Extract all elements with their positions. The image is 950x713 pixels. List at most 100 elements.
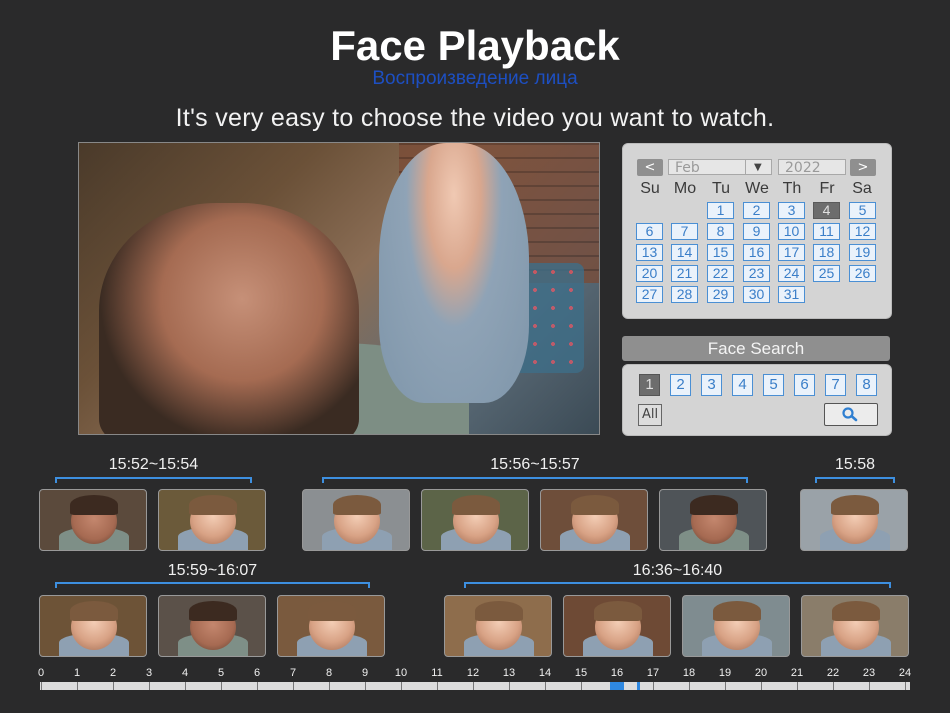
calendar-day-12[interactable]: 12 bbox=[849, 223, 876, 240]
calendar-day-16[interactable]: 16 bbox=[743, 244, 770, 261]
thumbnail[interactable] bbox=[158, 595, 266, 657]
group-label: 15:59~16:07 bbox=[167, 562, 258, 579]
timeline-bar[interactable] bbox=[40, 682, 910, 690]
channel-button-1[interactable]: 1 bbox=[639, 374, 660, 396]
weekday-label: Sa bbox=[852, 180, 872, 197]
timeline-tick bbox=[761, 682, 762, 690]
timeline-hour-label: 22 bbox=[826, 667, 840, 679]
timeline-hour-label: 9 bbox=[361, 667, 369, 679]
thumbnail[interactable] bbox=[563, 595, 671, 657]
timeline-tick bbox=[725, 682, 726, 690]
calendar-day-22[interactable]: 22 bbox=[707, 265, 734, 282]
timeline-tick bbox=[329, 682, 330, 690]
calendar-day-3[interactable]: 3 bbox=[778, 202, 805, 219]
prev-month-button[interactable]: < bbox=[637, 159, 663, 176]
calendar-day-9[interactable]: 9 bbox=[743, 223, 770, 240]
timeline-tick bbox=[905, 682, 906, 690]
timeline-hour-label: 3 bbox=[145, 667, 153, 679]
channel-button-8[interactable]: 8 bbox=[856, 374, 877, 396]
calendar-day-21[interactable]: 21 bbox=[671, 265, 698, 282]
timeline-hour-label: 11 bbox=[431, 667, 443, 679]
thumbnail[interactable] bbox=[540, 489, 648, 551]
timeline-tick bbox=[41, 682, 42, 690]
timeline-tick bbox=[581, 682, 582, 690]
timeline-tick bbox=[797, 682, 798, 690]
group-label: 15:52~15:54 bbox=[108, 456, 199, 473]
calendar-day-2[interactable]: 2 bbox=[743, 202, 770, 219]
channel-button-5[interactable]: 5 bbox=[763, 374, 784, 396]
timeline-hour-label: 20 bbox=[754, 667, 768, 679]
calendar-day-10[interactable]: 10 bbox=[778, 223, 805, 240]
timeline-tick bbox=[869, 682, 870, 690]
timeline-hour-label: 21 bbox=[790, 667, 804, 679]
thumbnail[interactable] bbox=[277, 595, 385, 657]
calendar-day-15[interactable]: 15 bbox=[707, 244, 734, 261]
calendar-day-8[interactable]: 8 bbox=[707, 223, 734, 240]
channel-button-2[interactable]: 2 bbox=[670, 374, 691, 396]
calendar-day-26[interactable]: 26 bbox=[849, 265, 876, 282]
thumbnail[interactable] bbox=[158, 489, 266, 551]
search-button[interactable] bbox=[824, 403, 878, 426]
calendar-day-18[interactable]: 18 bbox=[813, 244, 840, 261]
face-search-title: Face Search bbox=[622, 336, 890, 361]
channel-button-3[interactable]: 3 bbox=[701, 374, 722, 396]
weekday-label: We bbox=[745, 180, 769, 197]
timeline-hour-label: 14 bbox=[538, 667, 552, 679]
thumbnail[interactable] bbox=[39, 489, 147, 551]
playback-video[interactable] bbox=[78, 142, 600, 435]
year-field[interactable]: 2022 bbox=[778, 159, 846, 176]
calendar-day-17[interactable]: 17 bbox=[778, 244, 805, 261]
channel-button-7[interactable]: 7 bbox=[825, 374, 846, 396]
thumbnail[interactable] bbox=[302, 489, 410, 551]
timeline-tick bbox=[689, 682, 690, 690]
timeline-recording-segment[interactable] bbox=[636, 682, 641, 690]
chevron-down-icon[interactable]: ▼ bbox=[746, 159, 772, 175]
all-button[interactable]: All bbox=[638, 404, 662, 426]
calendar-day-29[interactable]: 29 bbox=[707, 286, 734, 303]
thumbnail[interactable] bbox=[682, 595, 790, 657]
timeline-hour-label: 18 bbox=[682, 667, 696, 679]
timeline-tick bbox=[833, 682, 834, 690]
channel-button-6[interactable]: 6 bbox=[794, 374, 815, 396]
thumbnail[interactable] bbox=[444, 595, 552, 657]
thumbnail[interactable] bbox=[421, 489, 529, 551]
calendar-day-31[interactable]: 31 bbox=[778, 286, 805, 303]
next-month-button[interactable]: > bbox=[850, 159, 876, 176]
calendar-day-23[interactable]: 23 bbox=[743, 265, 770, 282]
calendar-day-25[interactable]: 25 bbox=[813, 265, 840, 282]
timeline-tick bbox=[221, 682, 222, 690]
weekday-label: Su bbox=[640, 180, 660, 197]
timeline-recording-segment[interactable] bbox=[609, 682, 625, 690]
timeline-hour-label: 1 bbox=[73, 667, 81, 679]
calendar-day-30[interactable]: 30 bbox=[743, 286, 770, 303]
calendar-day-7[interactable]: 7 bbox=[671, 223, 698, 240]
tagline: It's very easy to choose the video you w… bbox=[175, 104, 775, 132]
channel-button-4[interactable]: 4 bbox=[732, 374, 753, 396]
thumbnail[interactable] bbox=[659, 489, 767, 551]
calendar-day-6[interactable]: 6 bbox=[636, 223, 663, 240]
calendar-day-5[interactable]: 5 bbox=[849, 202, 876, 219]
calendar-day-14[interactable]: 14 bbox=[671, 244, 698, 261]
calendar-day-13[interactable]: 13 bbox=[636, 244, 663, 261]
search-icon bbox=[842, 407, 858, 422]
calendar-day-20[interactable]: 20 bbox=[636, 265, 663, 282]
group-bracket bbox=[322, 477, 748, 483]
calendar-day-4[interactable]: 4 bbox=[813, 202, 840, 219]
timeline-hour-label: 19 bbox=[718, 667, 732, 679]
calendar-day-28[interactable]: 28 bbox=[671, 286, 698, 303]
timeline-hour-label: 17 bbox=[646, 667, 660, 679]
calendar-day-24[interactable]: 24 bbox=[778, 265, 805, 282]
month-select[interactable]: Feb bbox=[668, 159, 746, 176]
calendar-day-19[interactable]: 19 bbox=[849, 244, 876, 261]
calendar-day-11[interactable]: 11 bbox=[813, 223, 840, 240]
calendar-day-1[interactable]: 1 bbox=[707, 202, 734, 219]
calendar-day-27[interactable]: 27 bbox=[636, 286, 663, 303]
timeline-tick bbox=[113, 682, 114, 690]
timeline-hour-label: 10 bbox=[394, 667, 408, 679]
thumbnail[interactable] bbox=[39, 595, 147, 657]
weekday-label: Th bbox=[782, 180, 802, 197]
thumbnail[interactable] bbox=[800, 489, 908, 551]
man-face bbox=[99, 203, 359, 434]
page-title: Face Playback bbox=[330, 22, 620, 69]
thumbnail[interactable] bbox=[801, 595, 909, 657]
